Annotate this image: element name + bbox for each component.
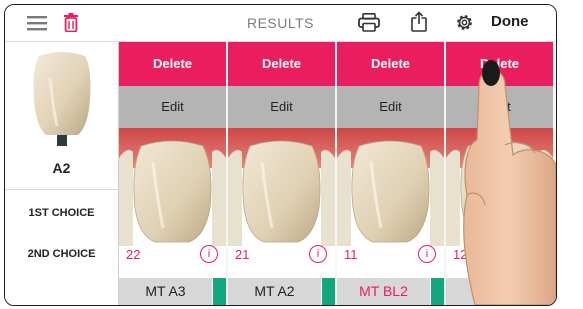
- hand-overlay-image: [463, 60, 556, 305]
- app-window: RESULTS Done A2 1ST CHOICE 2ND CHOICE De…: [4, 4, 557, 306]
